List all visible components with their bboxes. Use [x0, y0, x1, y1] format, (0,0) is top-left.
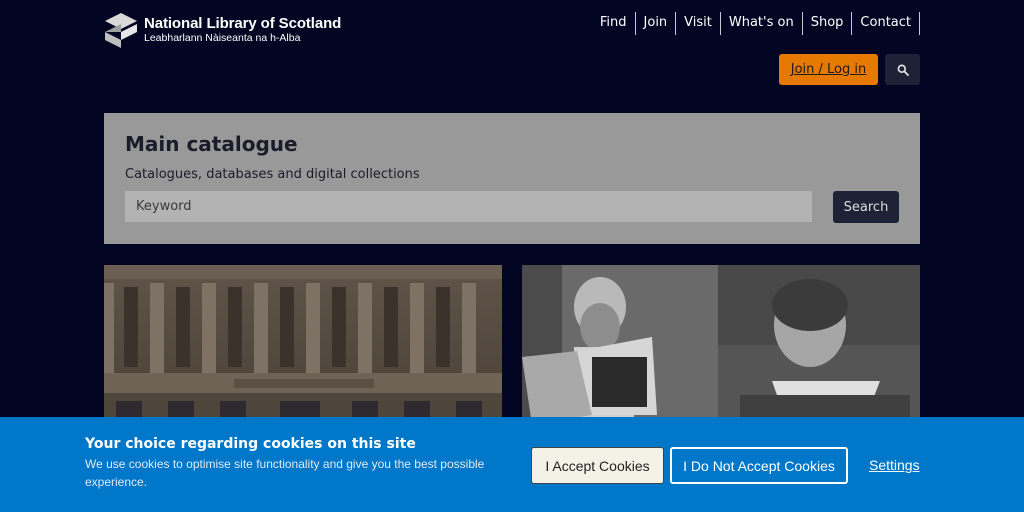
catalogue-title: Main catalogue [125, 132, 298, 156]
library-building-photo[interactable] [104, 265, 502, 425]
nav-visit[interactable]: Visit [676, 12, 721, 35]
archive-photos-collage[interactable] [522, 265, 920, 425]
site-logo[interactable]: National Library of Scotland Leabharlann… [104, 12, 341, 48]
keyword-search-input[interactable] [125, 191, 812, 222]
cookie-settings-link[interactable]: Settings [869, 457, 920, 473]
nls-logo-icon [105, 13, 137, 48]
accept-cookies-button[interactable]: I Accept Cookies [531, 447, 664, 484]
nav-find[interactable]: Find [600, 12, 636, 35]
cookie-text: We use cookies to optimise site function… [85, 457, 485, 489]
catalogue-panel: Main catalogue Catalogues, databases and… [104, 113, 920, 244]
top-nav: Find Join Visit What's on Shop Contact [600, 12, 920, 35]
logo-title: National Library of Scotland [144, 15, 342, 33]
nav-join[interactable]: Join [636, 12, 677, 35]
logo-subtitle: Leabharlann Nàiseanta na h-Alba [144, 32, 301, 45]
cookie-title: Your choice regarding cookies on this si… [85, 436, 416, 452]
catalogue-search-button[interactable]: Search [833, 191, 899, 223]
decline-cookies-button[interactable]: I Do Not Accept Cookies [670, 447, 848, 484]
nav-shop[interactable]: Shop [803, 12, 853, 35]
cookie-banner: Your choice regarding cookies on this si… [0, 417, 1024, 512]
join-login-button[interactable]: Join / Log in [779, 54, 878, 85]
header-search-button[interactable] [885, 54, 920, 85]
search-icon [897, 64, 909, 76]
nav-whats-on[interactable]: What's on [721, 12, 803, 35]
catalogue-subtitle: Catalogues, databases and digital collec… [125, 167, 420, 182]
nav-contact[interactable]: Contact [852, 12, 920, 35]
